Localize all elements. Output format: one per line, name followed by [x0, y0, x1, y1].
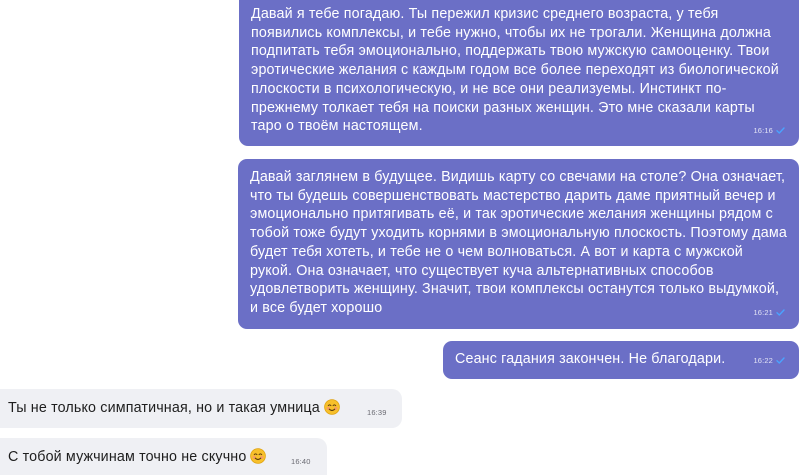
- message-time: 16:16: [753, 126, 773, 135]
- message-time: 16:21: [753, 308, 773, 317]
- incoming-message[interactable]: Ты не только симпатичная, но и такая умн…: [0, 389, 402, 428]
- smiling-face-emoji-icon: [324, 399, 340, 415]
- message-meta: 16:40: [291, 457, 311, 466]
- message-meta: 16:22: [753, 356, 785, 365]
- read-check-icon: [776, 357, 785, 364]
- message-time: 16:39: [367, 408, 387, 417]
- message-content: С тобой мужчинам точно не скучно: [8, 448, 319, 467]
- message-text: Давай я тебе погадаю. Ты пережил кризис …: [251, 6, 779, 135]
- read-check-icon: [776, 127, 785, 134]
- message-text: Сеанс гадания закончен. Не благодари.: [455, 351, 726, 367]
- message-text: С тобой мужчинам точно не скучно: [8, 449, 247, 465]
- outgoing-message[interactable]: Давай заглянем в будущее. Видишь карту с…: [238, 159, 799, 329]
- chat-history: Давай я тебе погадаю. Ты пережил кризис …: [0, 0, 799, 475]
- message-meta: 16:16: [753, 126, 785, 135]
- message-content: Ты не только симпатичная, но и такая умн…: [8, 399, 394, 418]
- message-time: 16:22: [753, 356, 773, 365]
- outgoing-message[interactable]: Давай я тебе погадаю. Ты пережил кризис …: [239, 0, 799, 146]
- message-text: Ты не только симпатичная, но и такая умн…: [8, 400, 320, 416]
- incoming-message[interactable]: С тобой мужчинам точно не скучно 16:40: [0, 438, 327, 475]
- message-time: 16:40: [291, 457, 311, 466]
- message-meta: 16:39: [367, 408, 387, 417]
- message-meta: 16:21: [753, 308, 785, 317]
- read-check-icon: [776, 309, 785, 316]
- message-text: Давай заглянем в будущее. Видишь карту с…: [250, 169, 787, 316]
- outgoing-message[interactable]: Сеанс гадания закончен. Не благодари. 16…: [443, 341, 799, 379]
- smiling-face-emoji-icon: [250, 448, 267, 464]
